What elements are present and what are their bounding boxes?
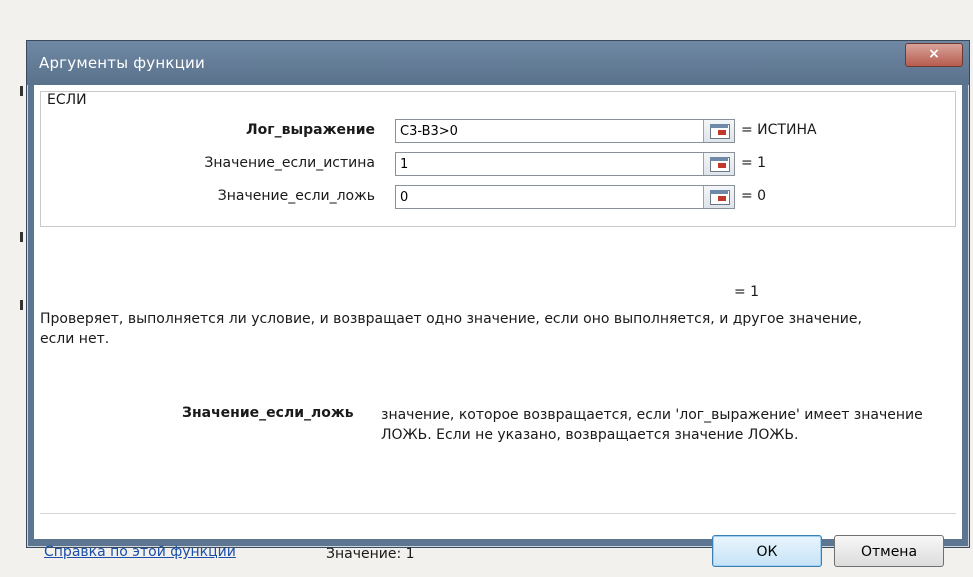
sheet-edge-mark <box>20 232 23 242</box>
function-name: ЕСЛИ <box>47 92 87 108</box>
dialog-client-area: ЕСЛИ Лог_выражение = ИСТИНА Значение_есл… <box>34 85 962 567</box>
function-description: Проверяет, выполняется ли условие, и воз… <box>40 311 862 347</box>
selected-param-name: Значение_если_ложь <box>182 405 354 421</box>
footer-divider <box>40 513 956 514</box>
ok-button[interactable]: ОК <box>712 535 822 567</box>
function-arguments-dialog: Аргументы функции × ЕСЛИ Лог_выражение =… <box>26 40 970 567</box>
sheet-edge-mark <box>20 86 23 96</box>
selected-param-description: значение, которое возвращается, если 'ло… <box>381 407 923 443</box>
sheet-edge-mark <box>20 300 23 310</box>
value-if-false-result: = 0 <box>741 188 767 204</box>
title-bar[interactable]: Аргументы функции × <box>27 41 969 85</box>
dialog-title: Аргументы функции <box>39 54 205 72</box>
arg-label-value-if-true: Значение_если_истина <box>204 155 375 171</box>
value-if-false-input[interactable] <box>395 185 735 209</box>
cancel-button[interactable]: Отмена <box>834 535 944 567</box>
value-if-false-collapse-button[interactable] <box>703 186 734 208</box>
arg-label-value-if-false: Значение_если_ложь <box>217 188 375 204</box>
formula-result: = 1 <box>734 284 760 300</box>
value-if-true-collapse-button[interactable] <box>703 153 734 175</box>
logical-test-result: = ИСТИНА <box>741 122 817 138</box>
function-group: ЕСЛИ Лог_выражение = ИСТИНА Значение_есл… <box>40 91 956 227</box>
function-help-link[interactable]: Справка по этой функции <box>44 544 236 560</box>
logical-test-collapse-button[interactable] <box>703 120 734 142</box>
close-icon: × <box>928 46 940 62</box>
value-status: Значение: 1 <box>326 546 415 562</box>
value-if-true-input[interactable] <box>395 152 735 176</box>
logical-test-input[interactable] <box>395 119 735 143</box>
arg-label-logical-test: Лог_выражение <box>246 122 375 138</box>
close-button[interactable]: × <box>905 43 963 67</box>
value-if-true-result: = 1 <box>741 155 767 171</box>
